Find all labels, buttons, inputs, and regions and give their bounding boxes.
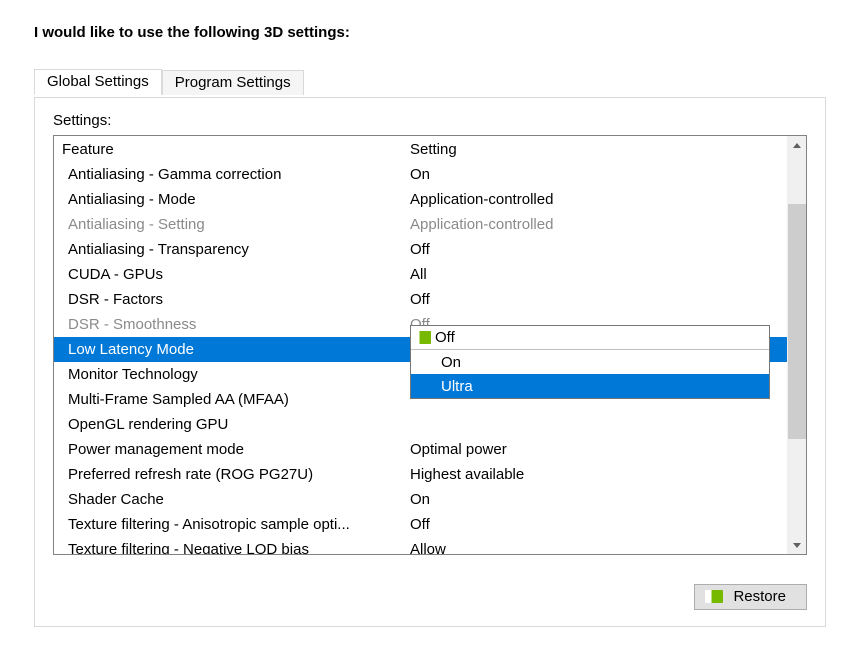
feature-cell: DSR - Smoothness (68, 316, 410, 333)
setting-cell: On (410, 491, 787, 508)
setting-cell: Off (410, 241, 787, 258)
setting-cell: Allow (410, 541, 787, 555)
table-row[interactable]: Preferred refresh rate (ROG PG27U)Highes… (54, 462, 787, 487)
feature-cell: Multi-Frame Sampled AA (MFAA) (68, 391, 410, 408)
restore-button-label: Restore (733, 588, 786, 605)
dropdown-option-on[interactable]: On (411, 350, 769, 374)
setting-cell: All (410, 266, 787, 283)
settings-grid: Feature Setting Antialiasing - Gamma cor… (53, 135, 807, 555)
table-row[interactable]: Power management modeOptimal power (54, 437, 787, 462)
setting-cell: Highest available (410, 466, 787, 483)
dropdown-option-off[interactable]: Off (411, 326, 769, 350)
feature-cell: OpenGL rendering GPU (68, 416, 410, 433)
tab-program-settings[interactable]: Program Settings (162, 70, 304, 95)
tab-strip: Global SettingsProgram Settings (34, 69, 850, 98)
low-latency-dropdown: Off On Ultra (410, 325, 770, 399)
feature-cell: Texture filtering - Negative LOD bias (68, 541, 410, 555)
feature-cell: Antialiasing - Setting (68, 216, 410, 233)
settings-panel: Settings: Feature Setting Antialiasing -… (34, 97, 826, 627)
table-row[interactable]: CUDA - GPUsAll (54, 262, 787, 287)
nvidia-logo-icon (705, 590, 723, 603)
feature-cell: DSR - Factors (68, 291, 410, 308)
table-row[interactable]: Texture filtering - Negative LOD biasAll… (54, 537, 787, 555)
table-row[interactable]: Antialiasing - TransparencyOff (54, 237, 787, 262)
restore-row: Restore (694, 584, 807, 610)
setting-cell: Application-controlled (410, 191, 787, 208)
page-title: I would like to use the following 3D set… (0, 0, 850, 41)
nvidia-logo-icon (413, 331, 431, 344)
setting-cell: Off (410, 516, 787, 533)
table-row[interactable]: OpenGL rendering GPU (54, 412, 787, 437)
setting-cell: Application-controlled (410, 216, 787, 233)
scroll-down-arrow-icon[interactable] (787, 536, 806, 554)
feature-cell: CUDA - GPUs (68, 266, 410, 283)
column-header-setting[interactable]: Setting (410, 141, 787, 158)
scroll-thumb[interactable] (788, 204, 806, 439)
feature-cell: Antialiasing - Gamma correction (68, 166, 410, 183)
feature-cell: Monitor Technology (68, 366, 410, 383)
dropdown-option-label: Ultra (423, 378, 473, 395)
column-header-feature[interactable]: Feature (62, 141, 410, 158)
feature-cell: Shader Cache (68, 491, 410, 508)
grid-header-row: Feature Setting (54, 136, 787, 162)
restore-button[interactable]: Restore (694, 584, 807, 610)
setting-cell: Optimal power (410, 441, 787, 458)
feature-cell: Antialiasing - Transparency (68, 241, 410, 258)
feature-cell: Antialiasing - Mode (68, 191, 410, 208)
dropdown-option-ultra[interactable]: Ultra (411, 374, 769, 398)
dropdown-option-label: On (423, 354, 461, 371)
table-row[interactable]: Texture filtering - Anisotropic sample o… (54, 512, 787, 537)
table-row[interactable]: Antialiasing - SettingApplication-contro… (54, 212, 787, 237)
setting-cell: On (410, 166, 787, 183)
feature-cell: Power management mode (68, 441, 410, 458)
table-row[interactable]: Antialiasing - ModeApplication-controlle… (54, 187, 787, 212)
grid-body: Feature Setting Antialiasing - Gamma cor… (54, 136, 787, 554)
table-row[interactable]: DSR - FactorsOff (54, 287, 787, 312)
feature-cell: Low Latency Mode (68, 341, 410, 358)
feature-cell: Preferred refresh rate (ROG PG27U) (68, 466, 410, 483)
feature-cell: Texture filtering - Anisotropic sample o… (68, 516, 410, 533)
tab-global-settings[interactable]: Global Settings (34, 69, 162, 95)
dropdown-option-label: Off (435, 329, 455, 346)
table-row[interactable]: Antialiasing - Gamma correctionOn (54, 162, 787, 187)
setting-cell: Off (410, 291, 787, 308)
settings-label: Settings: (53, 112, 807, 129)
scroll-up-arrow-icon[interactable] (787, 136, 806, 154)
table-row[interactable]: Shader CacheOn (54, 487, 787, 512)
vertical-scrollbar[interactable] (787, 136, 806, 554)
